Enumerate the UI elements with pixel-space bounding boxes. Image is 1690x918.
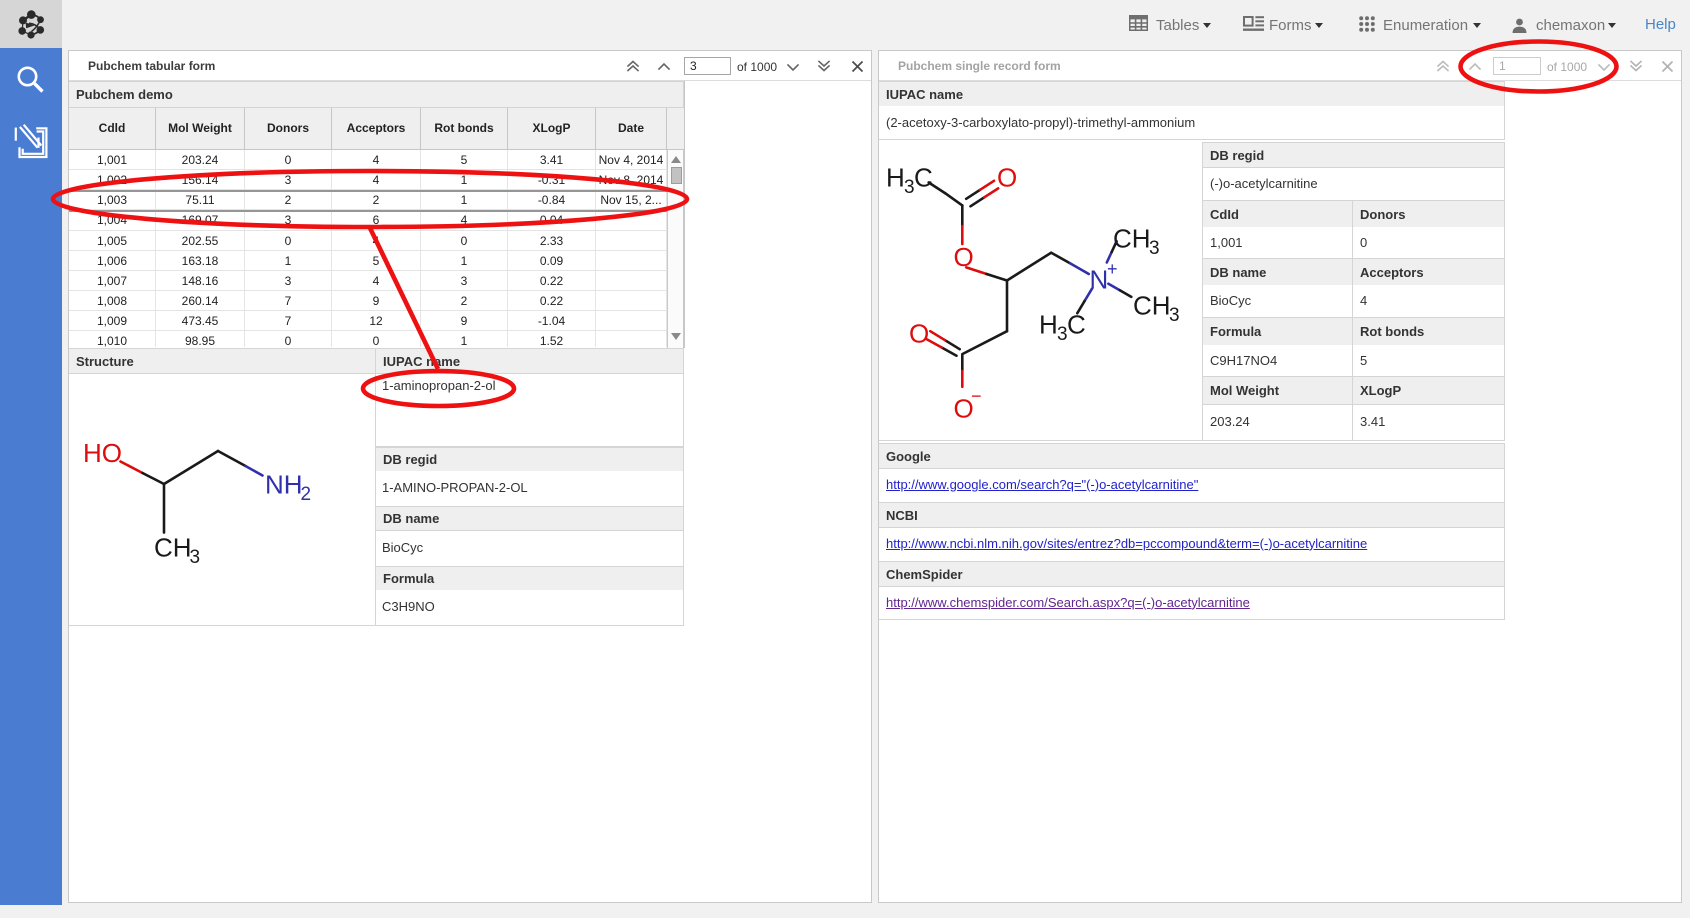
svg-text:3: 3 [190, 547, 201, 568]
svg-text:CH: CH [1133, 291, 1171, 321]
svg-text:3: 3 [1057, 324, 1068, 345]
svg-text:C: C [914, 163, 933, 193]
svg-text:H: H [886, 163, 905, 193]
svg-text:H: H [1039, 310, 1058, 340]
svg-text:CH: CH [154, 533, 192, 563]
svg-text:3: 3 [904, 177, 915, 198]
svg-text:O: O [909, 319, 929, 349]
svg-text:N: N [1090, 265, 1109, 295]
svg-text:+: + [1107, 259, 1118, 279]
svg-text:3: 3 [1149, 238, 1160, 259]
svg-text:O: O [954, 242, 974, 272]
svg-text:NH: NH [265, 470, 303, 500]
svg-text:3: 3 [1169, 305, 1180, 326]
svg-text:CH: CH [1113, 224, 1151, 254]
svg-text:HO: HO [83, 438, 122, 468]
svg-text:2: 2 [301, 484, 312, 505]
svg-text:C: C [1067, 310, 1086, 340]
svg-text:−: − [971, 386, 982, 406]
svg-text:O: O [997, 163, 1017, 193]
